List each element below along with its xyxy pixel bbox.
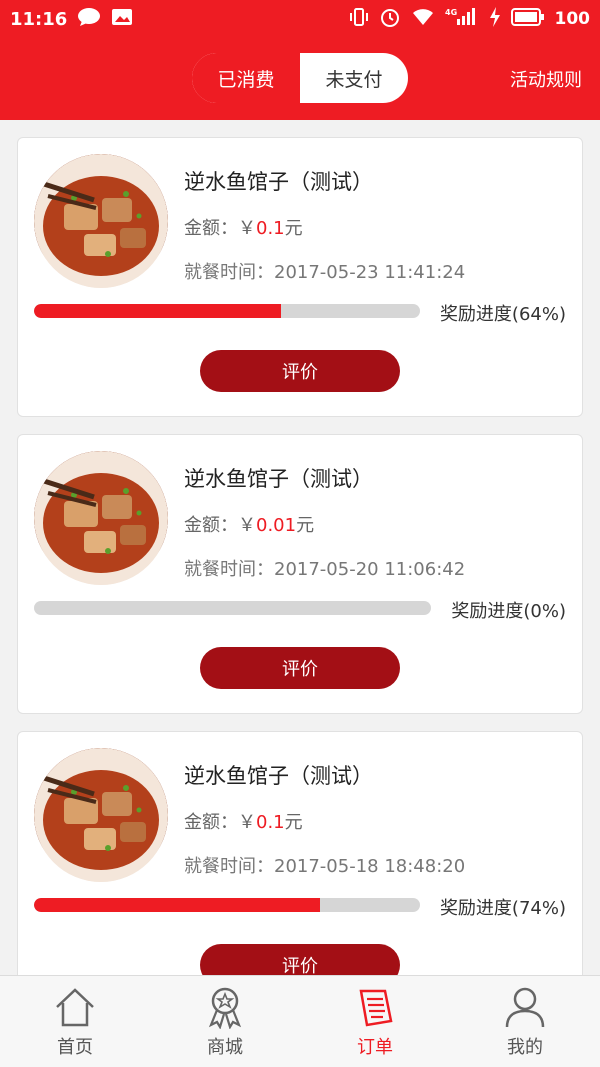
amount-value: 0.1 [256,812,285,833]
reward-progress-fill [34,304,282,318]
amount-row: 金额：￥0.1元 [184,214,303,240]
svg-text:4G: 4G [445,8,457,17]
dining-time-row: 就餐时间：2017-05-18 18:48:20 [184,852,465,878]
image-notification-icon [111,7,133,31]
vibrate-icon [349,7,369,32]
dish-image [34,154,168,288]
reward-progress-bar [34,898,420,912]
alarm-icon [379,6,401,33]
nav-mall[interactable]: 商城 [150,976,300,1067]
amount-label: 金额： [184,218,238,239]
amount-unit: 元 [296,515,315,536]
battery-icon [510,7,545,31]
dining-time-label: 就餐时间： [184,856,274,877]
store-name: 逆水鱼馆子（测试） [184,764,373,788]
order-list[interactable]: 逆水鱼馆子（测试） 金额：￥0.1元 就餐时间：2017-05-23 11:41… [0,120,600,975]
nav-orders-label: 订单 [357,1036,393,1058]
dining-time-label: 就餐时间： [184,262,274,283]
dining-time-value: 2017-05-20 11:06:42 [274,559,466,580]
amount-row: 金额：￥0.01元 [184,511,314,537]
dish-image [34,451,168,585]
currency-symbol: ￥ [238,515,256,536]
currency-symbol: ￥ [238,812,256,833]
review-button[interactable]: 评价 [200,350,400,392]
currency-symbol: ￥ [238,218,256,239]
user-icon [505,987,545,1027]
order-card[interactable]: 逆水鱼馆子（测试） 金额：￥0.1元 就餐时间：2017-05-18 18:48… [17,731,583,975]
nav-mine[interactable]: 我的 [450,976,600,1067]
award-icon [208,987,242,1029]
store-name: 逆水鱼馆子（测试） [184,467,373,491]
reward-progress-label: 奖励进度(0%) [451,601,566,622]
activity-rules-link[interactable]: 活动规则 [510,66,582,92]
dish-image [34,748,168,882]
dining-time-label: 就餐时间： [184,559,274,580]
amount-unit: 元 [284,218,303,239]
review-button[interactable]: 评价 [200,647,400,689]
amount-row: 金额：￥0.1元 [184,808,303,834]
reward-progress-fill [34,898,320,912]
status-bar: 11:16 4G 100 [0,0,600,38]
charging-icon [489,6,501,32]
home-icon [56,987,94,1026]
amount-value: 0.1 [256,218,285,239]
dining-time-value: 2017-05-18 18:48:20 [274,856,466,877]
dining-time-row: 就餐时间：2017-05-23 11:41:24 [184,258,465,284]
reward-progress-label: 奖励进度(74%) [439,898,566,919]
tab-unpaid[interactable]: 未支付 [300,53,408,103]
amount-label: 金额： [184,812,238,833]
nav-mine-label: 我的 [507,1036,543,1058]
tab-consumed[interactable]: 已消费 [192,53,300,103]
reward-progress-bar [34,304,420,318]
order-card[interactable]: 逆水鱼馆子（测试） 金额：￥0.01元 就餐时间：2017-05-20 11:0… [17,434,583,714]
reward-progress-label: 奖励进度(64%) [439,304,566,325]
status-time: 11:16 [10,8,68,30]
chat-bubble-icon [77,7,101,31]
wifi-icon [411,7,435,32]
store-name: 逆水鱼馆子（测试） [184,170,373,194]
reward-progress-bar [34,601,431,615]
nav-mall-label: 商城 [207,1036,243,1058]
battery-level: 100 [554,9,591,29]
review-button[interactable]: 评价 [200,944,400,975]
order-card[interactable]: 逆水鱼馆子（测试） 金额：￥0.1元 就餐时间：2017-05-23 11:41… [17,137,583,417]
segment-control: 已消费 未支付 [192,53,408,103]
nav-home-label: 首页 [57,1036,93,1058]
signal-icon: 4G [445,7,479,32]
amount-unit: 元 [284,812,303,833]
nav-orders[interactable]: 订单 [300,976,450,1067]
dining-time-row: 就餐时间：2017-05-20 11:06:42 [184,555,465,581]
amount-value: 0.01 [256,515,297,536]
header: 已消费 未支付 活动规则 [0,38,600,120]
bottom-nav: 首页 商城 订单 我的 [0,975,600,1067]
dining-time-value: 2017-05-23 11:41:24 [274,262,466,283]
order-icon [359,989,393,1026]
nav-home[interactable]: 首页 [0,976,150,1067]
amount-label: 金额： [184,515,238,536]
